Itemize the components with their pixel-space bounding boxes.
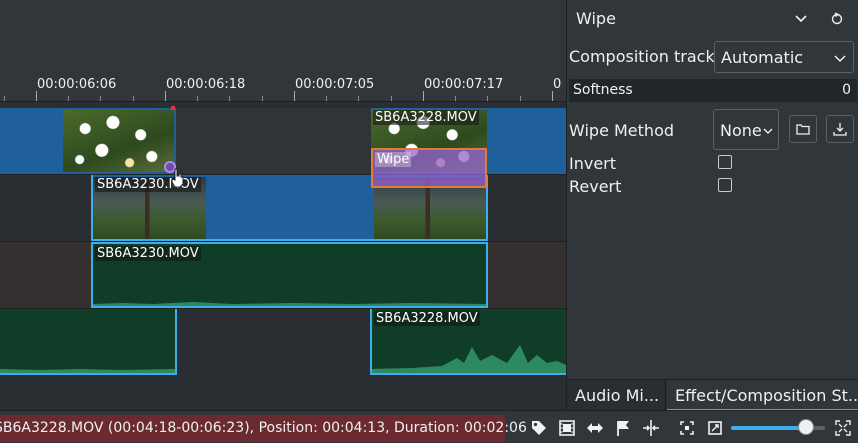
ruler-tick bbox=[520, 96, 521, 101]
fullscreen-button[interactable] bbox=[832, 417, 854, 439]
sync-icon bbox=[587, 423, 603, 433]
wipe-method-select[interactable]: None bbox=[713, 109, 779, 150]
film-icon bbox=[559, 420, 575, 436]
ruler-tick bbox=[165, 91, 166, 101]
ruler-tick bbox=[423, 91, 424, 101]
timeline[interactable]: 00:00:06:06 00:00:06:18 00:00:07:05 00:0… bbox=[0, 0, 566, 410]
open-file-button[interactable] bbox=[789, 115, 817, 143]
ruler-tick bbox=[197, 96, 198, 101]
zoom-slider[interactable] bbox=[731, 419, 825, 435]
clip-thumbnail bbox=[63, 110, 174, 172]
ruler-tick-label: 00:00:06:06 bbox=[37, 77, 117, 92]
fit-zoom-button[interactable] bbox=[676, 417, 698, 439]
ruler-tick bbox=[487, 96, 488, 101]
zoom-slider-handle[interactable] bbox=[798, 419, 815, 435]
film-button[interactable] bbox=[556, 417, 578, 439]
ruler-tick bbox=[552, 91, 553, 101]
chevron-down-icon bbox=[834, 55, 846, 63]
composition-properties-panel: Wipe Composition track: Automatic Softne… bbox=[566, 0, 858, 411]
ruler-tick bbox=[100, 96, 101, 101]
ruler-tick-label: 0 bbox=[553, 77, 562, 92]
panel-header: Wipe bbox=[567, 0, 858, 36]
softness-slider[interactable]: Softness 0 bbox=[569, 79, 857, 102]
fullscreen-icon bbox=[835, 420, 851, 436]
audio-track-2[interactable]: SB6A3228.MOV bbox=[0, 309, 566, 375]
chevron-down-icon[interactable] bbox=[793, 10, 809, 26]
audio-waveform bbox=[0, 369, 175, 373]
timeline-ruler[interactable]: 00:00:06:06 00:00:06:18 00:00:07:05 00:0… bbox=[0, 72, 566, 102]
audio-track-1[interactable]: SB6A3230.MOV bbox=[0, 242, 566, 308]
audio-clip[interactable]: SB6A3230.MOV bbox=[91, 242, 488, 308]
ruler-tick bbox=[358, 96, 359, 101]
composition-track-value: Automatic bbox=[721, 48, 804, 67]
ruler-tick bbox=[262, 96, 263, 101]
download-icon bbox=[833, 123, 847, 136]
tag-button[interactable] bbox=[528, 417, 550, 439]
softness-label: Softness bbox=[573, 82, 633, 98]
revert-label: Revert bbox=[569, 177, 622, 196]
ruler-tick bbox=[4, 96, 5, 101]
chevron-down-icon bbox=[763, 128, 773, 134]
zoom-slider-fill bbox=[731, 426, 807, 430]
clip-name: SB6A3230.MOV bbox=[95, 246, 201, 261]
video-clip[interactable] bbox=[0, 108, 176, 174]
tab-audio-mixer[interactable]: Audio Mi... bbox=[567, 380, 666, 411]
composition-track-label: Composition track: bbox=[569, 47, 721, 66]
audio-clip[interactable] bbox=[0, 309, 177, 375]
ruler-tick bbox=[391, 96, 392, 101]
audio-waveform bbox=[372, 345, 566, 373]
ruler-tick-label: 00:00:07:05 bbox=[295, 77, 375, 92]
composition-title: Wipe bbox=[576, 9, 616, 28]
tag-icon bbox=[532, 421, 546, 435]
audio-waveform bbox=[93, 302, 486, 306]
fit-zoom-icon bbox=[680, 421, 694, 435]
ruler-tick bbox=[68, 96, 69, 101]
ruler-tick bbox=[455, 96, 456, 101]
zoom-reset-icon bbox=[708, 421, 722, 435]
reset-icon[interactable] bbox=[829, 10, 845, 26]
split-button[interactable] bbox=[640, 417, 662, 439]
ruler-tick bbox=[133, 96, 134, 101]
audio-clip[interactable]: SB6A3228.MOV bbox=[370, 309, 566, 375]
status-bar: SB6A3228.MOV (00:04:18-00:06:23), Positi… bbox=[0, 410, 858, 443]
sync-button[interactable] bbox=[584, 417, 606, 439]
wipe-composition[interactable]: Wipe bbox=[371, 148, 487, 188]
playhead-marker[interactable] bbox=[171, 106, 175, 110]
ruler-tick-label: 00:00:06:18 bbox=[166, 77, 246, 92]
ruler-tick bbox=[36, 91, 37, 101]
timeline-toolbar-area bbox=[0, 0, 566, 73]
clip-name: SB6A3228.MOV bbox=[373, 110, 479, 125]
softness-value: 0 bbox=[842, 82, 851, 98]
revert-checkbox[interactable] bbox=[718, 178, 732, 192]
wipe-method-value: None bbox=[720, 121, 762, 140]
invert-checkbox[interactable] bbox=[718, 155, 732, 169]
tab-effect-composition-stack[interactable]: Effect/Composition St... bbox=[667, 380, 858, 411]
clip-name: SB6A3228.MOV bbox=[374, 311, 480, 326]
invert-label: Invert bbox=[569, 154, 617, 173]
zoom-out-button[interactable] bbox=[704, 417, 726, 439]
marker-button[interactable] bbox=[612, 417, 634, 439]
ruler-tick bbox=[229, 96, 230, 101]
download-button[interactable] bbox=[826, 115, 854, 143]
ruler-tick bbox=[326, 96, 327, 101]
hand-cursor-icon bbox=[171, 168, 184, 188]
ruler-tick-label: 00:00:07:17 bbox=[424, 77, 504, 92]
ruler-tick bbox=[294, 91, 295, 101]
composition-track-select[interactable]: Automatic bbox=[714, 41, 854, 73]
status-message-box: SB6A3228.MOV (00:04:18-00:06:23), Positi… bbox=[0, 415, 527, 442]
composition-name: Wipe bbox=[375, 152, 412, 167]
flag-icon bbox=[617, 421, 629, 436]
wipe-method-label: Wipe Method bbox=[569, 121, 675, 140]
folder-icon bbox=[796, 124, 810, 135]
split-icon bbox=[643, 420, 659, 436]
status-message: SB6A3228.MOV (00:04:18-00:06:23), Positi… bbox=[0, 420, 527, 436]
panel-tab-bar: Audio Mi... Effect/Composition St... bbox=[567, 379, 858, 411]
